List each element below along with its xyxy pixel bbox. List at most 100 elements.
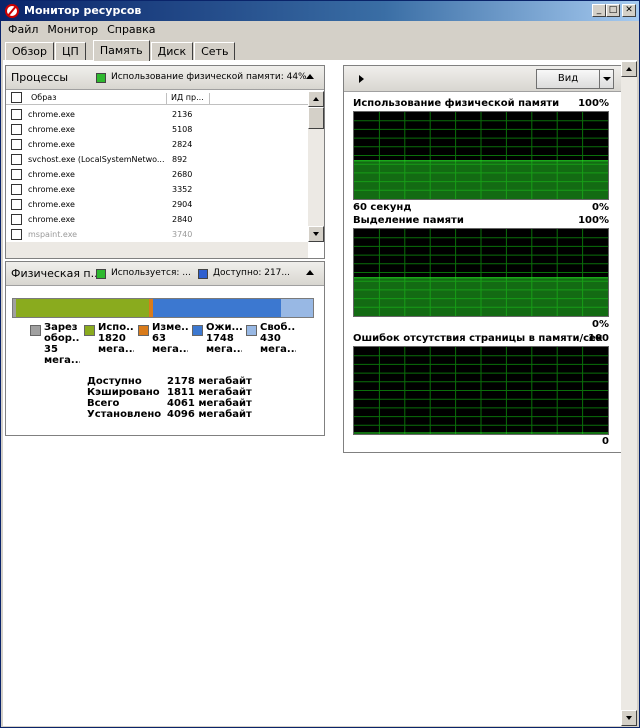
menu-monitor[interactable]: Монитор bbox=[44, 21, 104, 39]
row-checkbox[interactable] bbox=[11, 184, 22, 195]
column-pid[interactable]: ИД пр... bbox=[168, 93, 210, 105]
row-checkbox[interactable] bbox=[11, 139, 22, 150]
row-checkbox[interactable] bbox=[11, 229, 22, 240]
row-checkbox[interactable] bbox=[11, 169, 22, 180]
scroll-up-button[interactable] bbox=[308, 91, 324, 107]
tab-overview[interactable]: Обзор bbox=[5, 42, 55, 61]
stat-available-value: 2178 мегабайт bbox=[167, 376, 252, 387]
chart-max-label: 100 bbox=[588, 333, 609, 344]
process-pid: 2824 bbox=[172, 140, 193, 149]
graphs-header: Вид bbox=[344, 66, 636, 92]
legend-reserved-text: Зарез обор... 35 мега... bbox=[44, 322, 80, 366]
chart-time-label: 60 секунд bbox=[353, 202, 412, 213]
memory-bar-segment-used bbox=[15, 299, 149, 317]
memory-bar-segment-free bbox=[281, 299, 313, 317]
physical-memory-header[interactable]: Физическая п... Используется: ... Доступ… bbox=[6, 262, 324, 286]
process-name: chrome.exe bbox=[28, 140, 75, 149]
expand-graphs-icon[interactable] bbox=[359, 75, 364, 83]
tab-cpu[interactable]: ЦП bbox=[55, 42, 86, 61]
chart-plot bbox=[353, 111, 609, 200]
table-row[interactable]: chrome.exe 2824 bbox=[6, 137, 308, 152]
title-bar[interactable]: Монитор ресурсов _ □ ✕ bbox=[1, 1, 639, 21]
menu-file[interactable]: Файл bbox=[5, 21, 44, 39]
menu-bar: Файл Монитор Справка bbox=[1, 21, 639, 39]
legend-modified-text: Изме...63мега... bbox=[152, 322, 188, 355]
minimize-button[interactable]: _ bbox=[592, 4, 606, 17]
select-all-checkbox[interactable] bbox=[11, 92, 22, 103]
tab-memory[interactable]: Память bbox=[92, 40, 150, 61]
legend-free-text: Своб... 430 мега... bbox=[260, 322, 296, 355]
close-button[interactable]: ✕ bbox=[622, 4, 636, 17]
process-list-scrollbar[interactable] bbox=[308, 91, 324, 242]
table-row[interactable]: chrome.exe 2840 bbox=[6, 212, 308, 227]
usage-area bbox=[354, 160, 608, 199]
chart-max-label: 100% bbox=[578, 215, 609, 226]
process-pid: 3352 bbox=[172, 185, 193, 194]
stat-total-value: 4061 мегабайт bbox=[167, 398, 252, 409]
stat-cached-label: Кэшировано bbox=[87, 387, 160, 398]
column-image[interactable]: Образ bbox=[25, 93, 167, 105]
view-dropdown-icon[interactable] bbox=[599, 69, 613, 89]
menu-help[interactable]: Справка bbox=[104, 21, 161, 39]
main-scroll-up-button[interactable] bbox=[621, 61, 637, 77]
table-row[interactable]: chrome.exe 3352 bbox=[6, 182, 308, 197]
left-column: Процессы Использование физической памяти… bbox=[5, 65, 325, 725]
memory-bar-segment-standby bbox=[153, 299, 282, 317]
tab-disk[interactable]: Диск bbox=[150, 42, 194, 61]
table-row[interactable]: chrome.exe 2136 bbox=[6, 107, 308, 122]
window-title: Монитор ресурсов bbox=[24, 4, 142, 17]
available-legend-swatch bbox=[198, 269, 208, 279]
row-checkbox[interactable] bbox=[11, 154, 22, 165]
standby-swatch bbox=[192, 325, 203, 336]
chart-min-label: 0% bbox=[592, 319, 609, 330]
process-pid: 5108 bbox=[172, 125, 193, 134]
chart-plot bbox=[353, 228, 609, 317]
legend-in-use-text: Испо... 1820 мега... bbox=[98, 322, 134, 355]
horizontal-scrollbar[interactable] bbox=[6, 242, 308, 258]
chart-min-label: 0 bbox=[602, 436, 609, 447]
row-checkbox[interactable] bbox=[11, 124, 22, 135]
stat-available-label: Доступно bbox=[87, 376, 142, 387]
row-checkbox[interactable] bbox=[11, 109, 22, 120]
available-legend: Доступно: 217... bbox=[213, 268, 290, 278]
scroll-up-arrow-icon bbox=[313, 97, 319, 101]
collapse-physical-memory-icon[interactable] bbox=[306, 270, 314, 275]
process-name: chrome.exe bbox=[28, 110, 75, 119]
table-row[interactable]: mspaint.exe 3740 bbox=[6, 227, 308, 242]
collapse-processes-icon[interactable] bbox=[306, 74, 314, 79]
in-use-swatch bbox=[84, 325, 95, 336]
maximize-button[interactable]: □ bbox=[606, 4, 620, 17]
scroll-thumb[interactable] bbox=[308, 107, 324, 129]
table-row[interactable]: chrome.exe 5108 bbox=[6, 122, 308, 137]
main-scrollbar[interactable] bbox=[621, 61, 637, 726]
process-pid: 2680 bbox=[172, 170, 193, 179]
memory-tab-content: Процессы Использование физической памяти… bbox=[3, 61, 637, 726]
row-checkbox[interactable] bbox=[11, 214, 22, 225]
process-pid: 2840 bbox=[172, 215, 193, 224]
scroll-down-arrow-icon bbox=[626, 716, 632, 720]
table-row[interactable]: chrome.exe 2680 bbox=[6, 167, 308, 182]
process-pid: 2904 bbox=[172, 200, 193, 209]
chart-plot bbox=[353, 346, 609, 435]
table-row[interactable]: svchost.exe (LocalSystemNetwo... 892 bbox=[6, 152, 308, 167]
used-legend-swatch bbox=[96, 269, 106, 279]
process-name: chrome.exe bbox=[28, 200, 75, 209]
row-checkbox[interactable] bbox=[11, 199, 22, 210]
table-row[interactable]: chrome.exe 2904 bbox=[6, 197, 308, 212]
graphs-panel: Вид Использование физической памяти 100%… bbox=[343, 65, 637, 453]
chart-title: Выделение памяти bbox=[353, 215, 464, 226]
main-scroll-down-button[interactable] bbox=[621, 710, 637, 726]
process-name: chrome.exe bbox=[28, 170, 75, 179]
process-pid: 3740 bbox=[172, 230, 193, 239]
stat-installed-label: Установлено bbox=[87, 409, 162, 420]
view-button-label: Вид bbox=[557, 73, 579, 84]
processes-header[interactable]: Процессы Использование физической памяти… bbox=[6, 66, 324, 90]
tab-strip: Обзор ЦП Память Диск Сеть bbox=[5, 40, 236, 61]
physical-memory-panel: Физическая п... Используется: ... Доступ… bbox=[5, 261, 325, 436]
chart-graph bbox=[354, 112, 608, 199]
tab-network[interactable]: Сеть bbox=[194, 42, 236, 61]
process-name: chrome.exe bbox=[28, 185, 75, 194]
usage-area bbox=[354, 277, 608, 316]
scroll-down-button[interactable] bbox=[308, 226, 324, 242]
view-button[interactable]: Вид bbox=[536, 69, 614, 89]
